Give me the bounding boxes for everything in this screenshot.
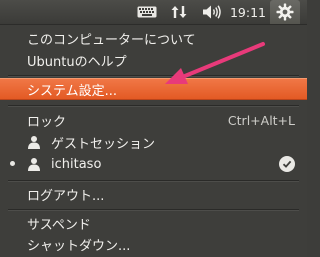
menu-item-shutdown[interactable]: シャットダウン... bbox=[0, 233, 307, 255]
menu-item-label: ichitaso bbox=[51, 156, 102, 172]
menu-item-about[interactable]: このコンピューターについて bbox=[0, 27, 307, 49]
lock-shortcut: Ctrl+Alt+L bbox=[227, 112, 295, 128]
menu-item-label: ロック bbox=[27, 114, 67, 130]
menu-item-label: サスペンド bbox=[27, 217, 91, 233]
gear-icon[interactable] bbox=[270, 0, 300, 24]
system-menu: このコンピューターについて Ubuntuのヘルプ システム設定... ロック C… bbox=[0, 24, 307, 257]
menu-separator bbox=[8, 105, 299, 106]
menu-separator bbox=[8, 180, 299, 181]
top-panel: 19:11 bbox=[0, 0, 307, 25]
menu-item-label: ゲストセッション bbox=[51, 136, 156, 152]
menu-item-guest-session[interactable]: ゲストセッション bbox=[0, 131, 307, 153]
user-icon bbox=[28, 136, 40, 149]
menu-item-label: Ubuntuのヘルプ bbox=[27, 54, 127, 70]
volume-icon[interactable] bbox=[200, 0, 224, 24]
menu-item-help[interactable]: Ubuntuのヘルプ bbox=[0, 49, 307, 71]
menu-item-label: このコンピューターについて bbox=[27, 32, 196, 48]
network-updown-icon[interactable] bbox=[168, 0, 190, 24]
menu-separator bbox=[8, 209, 299, 210]
check-icon bbox=[279, 156, 295, 172]
user-icon bbox=[28, 158, 40, 171]
menu-item-suspend[interactable]: サスペンド bbox=[0, 212, 307, 234]
clock-time[interactable]: 19:11 bbox=[228, 0, 268, 24]
menu-item-label: シャットダウン... bbox=[27, 238, 131, 254]
menu-separator bbox=[8, 75, 299, 76]
menu-item-lock[interactable]: ロック Ctrl+Alt+L bbox=[0, 109, 307, 131]
active-user-bullet-icon bbox=[10, 161, 15, 166]
menu-item-system-settings[interactable]: システム設定... bbox=[0, 78, 307, 100]
menu-item-logout[interactable]: ログアウト... bbox=[0, 183, 307, 205]
menu-item-current-user[interactable]: ichitaso bbox=[0, 153, 307, 175]
menu-item-label: ログアウト... bbox=[27, 188, 105, 204]
keyboard-icon[interactable] bbox=[136, 0, 158, 24]
menu-item-label: システム設定... bbox=[27, 83, 118, 99]
